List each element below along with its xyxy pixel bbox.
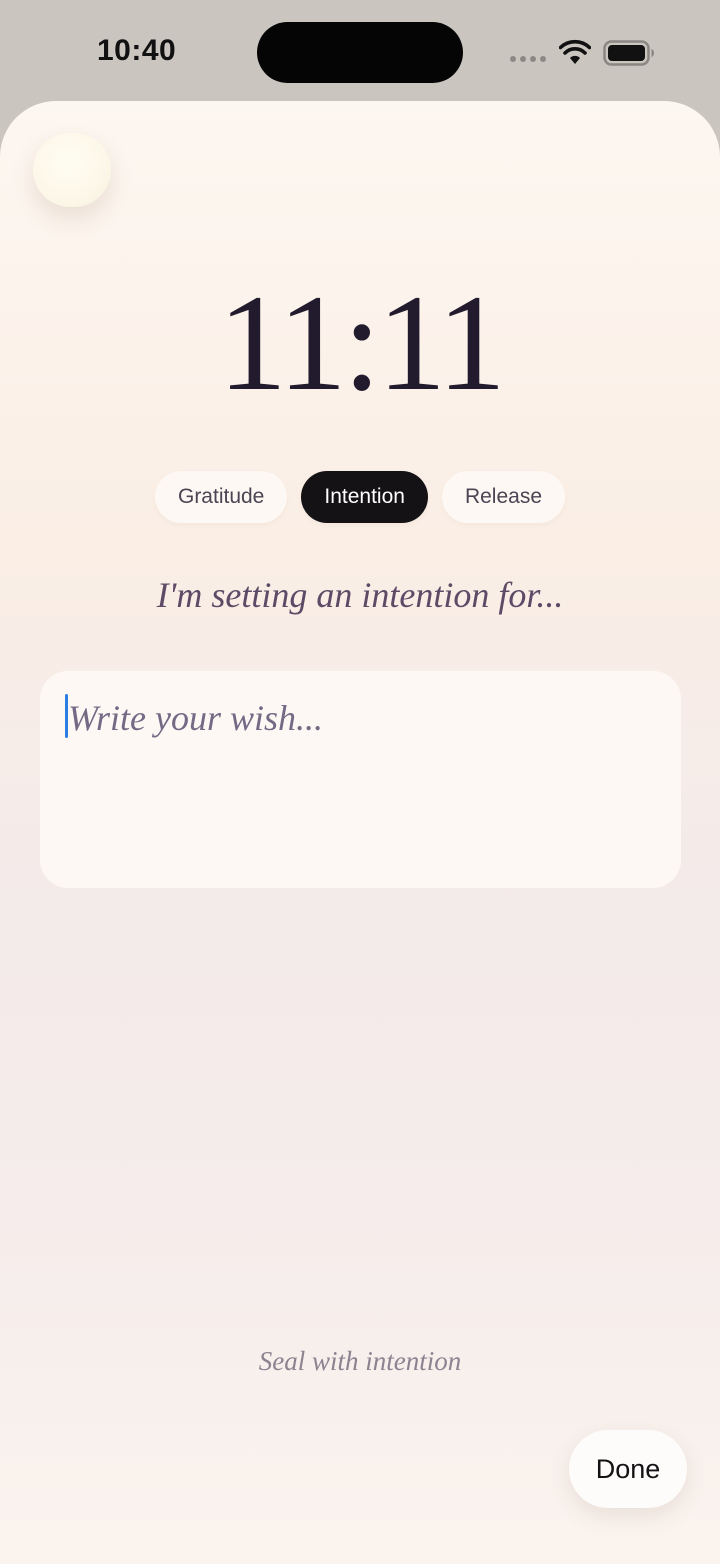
status-time: 10:40 xyxy=(97,34,177,67)
intention-prompt: I'm setting an intention for... xyxy=(156,575,564,615)
signal-dots-icon xyxy=(510,56,546,62)
done-button[interactable]: Done xyxy=(569,1430,687,1508)
glow-orb-button[interactable] xyxy=(33,133,111,207)
wish-box[interactable] xyxy=(40,671,681,888)
dynamic-island xyxy=(257,22,463,83)
wifi-icon xyxy=(559,39,591,64)
tab-intention[interactable]: Intention xyxy=(301,471,428,523)
wish-screen: 10:40 11:11 Gratitude Intention Release … xyxy=(0,0,720,1564)
tab-gratitude[interactable]: Gratitude xyxy=(154,471,288,523)
clock-time: 11:11 xyxy=(217,266,506,419)
wish-input[interactable] xyxy=(68,693,648,743)
battery-icon xyxy=(603,40,654,66)
mode-tabs: Gratitude Intention Release xyxy=(0,471,720,523)
seal-hint: Seal with intention xyxy=(258,1346,462,1376)
tab-release[interactable]: Release xyxy=(441,471,566,523)
